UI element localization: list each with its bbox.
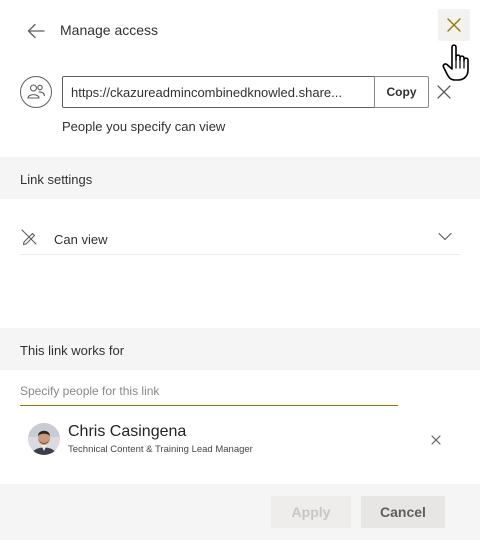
permission-dropdown[interactable]: Can view — [20, 222, 460, 255]
remove-link-button[interactable] — [432, 80, 456, 104]
chevron-down-icon — [438, 232, 452, 241]
remove-link-icon — [437, 85, 451, 99]
share-link-field[interactable] — [62, 76, 375, 108]
back-button[interactable] — [20, 16, 52, 46]
link-audience-text: People you specify can view — [62, 119, 226, 134]
cancel-button[interactable]: Cancel — [361, 496, 445, 528]
apply-button[interactable]: Apply — [271, 496, 351, 528]
remove-person-button[interactable] — [427, 431, 445, 449]
person-role: Technical Content & Training Lead Manage… — [68, 444, 253, 455]
close-icon — [447, 18, 461, 32]
avatar — [28, 423, 60, 455]
remove-person-icon — [431, 435, 441, 445]
people-search-input[interactable] — [20, 376, 398, 406]
person-name: Chris Casingena — [68, 423, 187, 440]
permission-label: Can view — [54, 232, 108, 247]
edit-off-icon — [20, 228, 38, 246]
works-for-label: This link works for — [20, 343, 125, 358]
copy-button[interactable]: Copy — [374, 76, 429, 108]
back-arrow-icon — [27, 23, 45, 39]
hand-cursor-icon — [442, 43, 474, 83]
close-button[interactable] — [438, 9, 470, 41]
people-link-icon — [20, 76, 52, 108]
page-title: Manage access — [60, 22, 159, 38]
link-settings-label: Link settings — [20, 172, 93, 187]
